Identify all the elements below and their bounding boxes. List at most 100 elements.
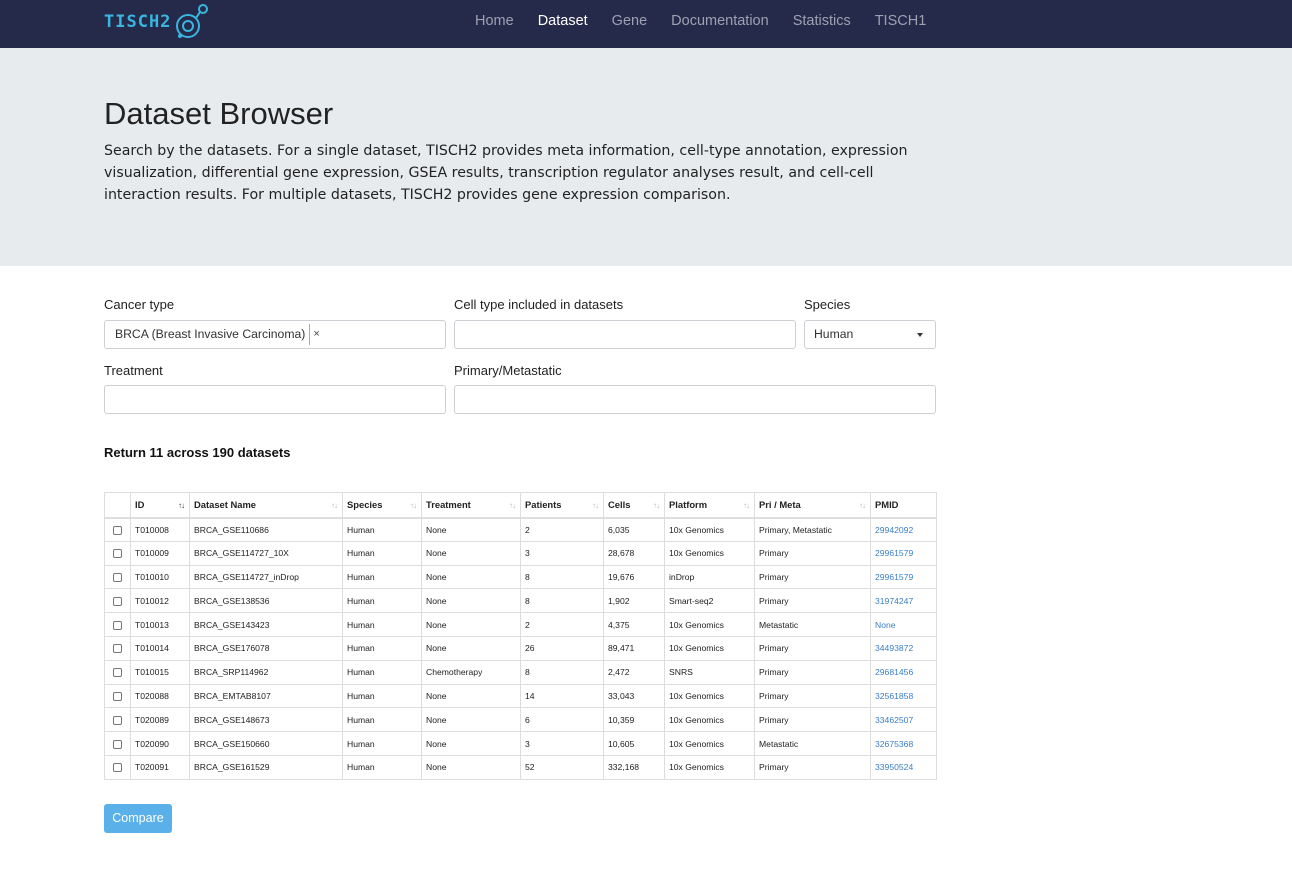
cancer-type-input[interactable]: BRCA (Breast Invasive Carcinoma) ×: [104, 320, 446, 349]
table-cell: Human: [342, 541, 422, 566]
column-header-id[interactable]: ID ↑↓: [130, 492, 190, 519]
column-header-dataset-name[interactable]: Dataset Name ↑↓: [189, 492, 343, 519]
table-row[interactable]: T010012 BRCA_GSE138536 Human None 8 1,902 Smar…: [104, 588, 937, 614]
table-cell: Chemotherapy: [421, 660, 521, 685]
table-row[interactable]: T020091 BRCA_GSE161529 Human None 52 332,168 1…: [104, 755, 937, 780]
table-cell: BRCA_GSE143423: [189, 612, 343, 637]
sort-icon[interactable]: ↑↓: [178, 501, 185, 510]
table-cell: Human: [342, 565, 422, 590]
row-checkbox[interactable]: [113, 715, 122, 725]
pmid-link[interactable]: 29942092: [875, 525, 913, 535]
row-checkbox[interactable]: [113, 549, 122, 559]
table-row[interactable]: T020090 BRCA_GSE150660 Human None 3 10,605 10x…: [104, 731, 937, 756]
pmid-link[interactable]: 33462507: [875, 715, 913, 725]
column-header-label: Cells: [608, 499, 631, 511]
table-cell: Human: [342, 660, 422, 685]
table-row[interactable]: T010008 BRCA_GSE110686 Human None 2 6,035 10x …: [104, 517, 937, 542]
table-row[interactable]: T010013 BRCA_GSE143423 Human None 2 4,375 10x …: [104, 612, 937, 637]
table-body: T010008 BRCA_GSE110686 Human None 2 6,035 10x …: [104, 517, 937, 780]
table-cell: None: [870, 612, 937, 637]
table-cell: Human: [342, 707, 422, 733]
pmid-link[interactable]: 32675368: [875, 739, 913, 749]
species-select[interactable]: Human: [804, 320, 936, 349]
sort-icon[interactable]: ↑↓: [743, 501, 750, 510]
species-selected-value: Human: [814, 327, 854, 341]
sort-icon[interactable]: ↑↓: [331, 501, 338, 510]
table-cell: Primary: [754, 636, 871, 661]
column-header-patients[interactable]: Patients ↑↓: [520, 492, 604, 519]
sort-icon[interactable]: ↑↓: [653, 501, 660, 510]
table-cell: BRCA_GSE176078: [189, 636, 343, 661]
table-cell: 31974247: [870, 588, 937, 614]
table-cell: 6,035: [603, 517, 665, 542]
table-row[interactable]: T010015 BRCA_SRP114962 Human Chemotherapy 8 2…: [104, 660, 937, 685]
row-checkbox[interactable]: [113, 668, 122, 678]
remove-tag-icon[interactable]: ×: [309, 324, 322, 345]
row-checkbox[interactable]: [113, 572, 122, 582]
nav-gene[interactable]: Gene: [600, 0, 659, 48]
table-row[interactable]: T010014 BRCA_GSE176078 Human None 26 89,471 10…: [104, 636, 937, 661]
treatment-input[interactable]: [104, 385, 446, 414]
table-cell: 33462507: [870, 707, 937, 733]
row-checkbox[interactable]: [113, 644, 122, 654]
table-cell: Metastatic: [754, 612, 871, 637]
table-cell: Primary: [754, 755, 871, 780]
sort-icon[interactable]: ↑↓: [592, 501, 599, 510]
table-row[interactable]: T010009 BRCA_GSE114727_10X Human None 3 28,67…: [104, 541, 937, 566]
sort-icon[interactable]: ↑↓: [509, 501, 516, 510]
table-cell: 2,472: [603, 660, 665, 685]
table-cell: BRCA_GSE114727_inDrop: [189, 565, 343, 590]
pmid-link[interactable]: 31974247: [875, 596, 913, 606]
compare-button[interactable]: Compare: [104, 804, 172, 833]
nav-documentation[interactable]: Documentation: [659, 0, 781, 48]
pmid-link[interactable]: 32561858: [875, 691, 913, 701]
row-checkbox[interactable]: [113, 763, 122, 773]
pmid-link[interactable]: 34493872: [875, 643, 913, 653]
row-checkbox[interactable]: [113, 739, 122, 749]
column-header-cells[interactable]: Cells ↑↓: [603, 492, 665, 519]
column-header-label: Treatment: [426, 499, 471, 511]
row-checkbox[interactable]: [113, 596, 122, 606]
column-header-pri-meta[interactable]: Pri / Meta ↑↓: [754, 492, 871, 519]
nav-statistics[interactable]: Statistics: [781, 0, 863, 48]
table-cell: T010010: [130, 565, 190, 590]
table-cell: T020091: [130, 755, 190, 780]
row-select-cell: [104, 517, 131, 542]
pmid-link[interactable]: None: [875, 620, 896, 630]
column-header-treatment[interactable]: Treatment ↑↓: [421, 492, 521, 519]
table-cell: BRCA_GSE148673: [189, 707, 343, 733]
row-checkbox[interactable]: [113, 525, 122, 535]
table-cell: Primary: [754, 541, 871, 566]
sort-icon[interactable]: ↑↓: [859, 501, 866, 510]
result-count: Return 11 across 190 datasets: [104, 445, 291, 460]
primary-metastatic-input[interactable]: [454, 385, 936, 414]
pmid-link[interactable]: 29961579: [875, 572, 913, 582]
tisch2-logo[interactable]: TISCH2: [104, 2, 214, 42]
row-checkbox[interactable]: [113, 620, 122, 630]
sort-icon[interactable]: ↑↓: [410, 501, 417, 510]
row-select-cell: [104, 541, 131, 566]
table-row[interactable]: T020088 BRCA_EMTAB8107 Human None 14 33,043 10…: [104, 684, 937, 709]
column-header-pmid[interactable]: PMID: [870, 492, 937, 519]
table-cell: 10x Genomics: [664, 612, 755, 637]
table-cell: Primary: [754, 660, 871, 685]
table-cell: Human: [342, 755, 422, 780]
column-header-label: PMID: [875, 499, 899, 511]
table-row[interactable]: T020089 BRCA_GSE148673 Human None 6 10,359 10x…: [104, 707, 937, 733]
column-header-species[interactable]: Species ↑↓: [342, 492, 422, 519]
pmid-link[interactable]: 29681456: [875, 667, 913, 677]
table-row[interactable]: T010010 BRCA_GSE114727_inDrop Human None 8 19…: [104, 565, 937, 590]
nav-dataset[interactable]: Dataset: [526, 0, 600, 48]
cancer-type-tag-label: BRCA (Breast Invasive Carcinoma): [115, 327, 306, 341]
cell-type-input[interactable]: [454, 320, 796, 349]
pmid-link[interactable]: 29961579: [875, 548, 913, 558]
table-cell: 10x Genomics: [664, 707, 755, 733]
table-cell: Metastatic: [754, 731, 871, 756]
pmid-link[interactable]: 33950524: [875, 762, 913, 772]
nav-home[interactable]: Home: [463, 0, 526, 48]
table-cell: SNRS: [664, 660, 755, 685]
nav-tisch1[interactable]: TISCH1: [863, 0, 939, 48]
table-cell: BRCA_SRP114962: [189, 660, 343, 685]
column-header-platform[interactable]: Platform ↑↓: [664, 492, 755, 519]
row-checkbox[interactable]: [113, 691, 122, 701]
